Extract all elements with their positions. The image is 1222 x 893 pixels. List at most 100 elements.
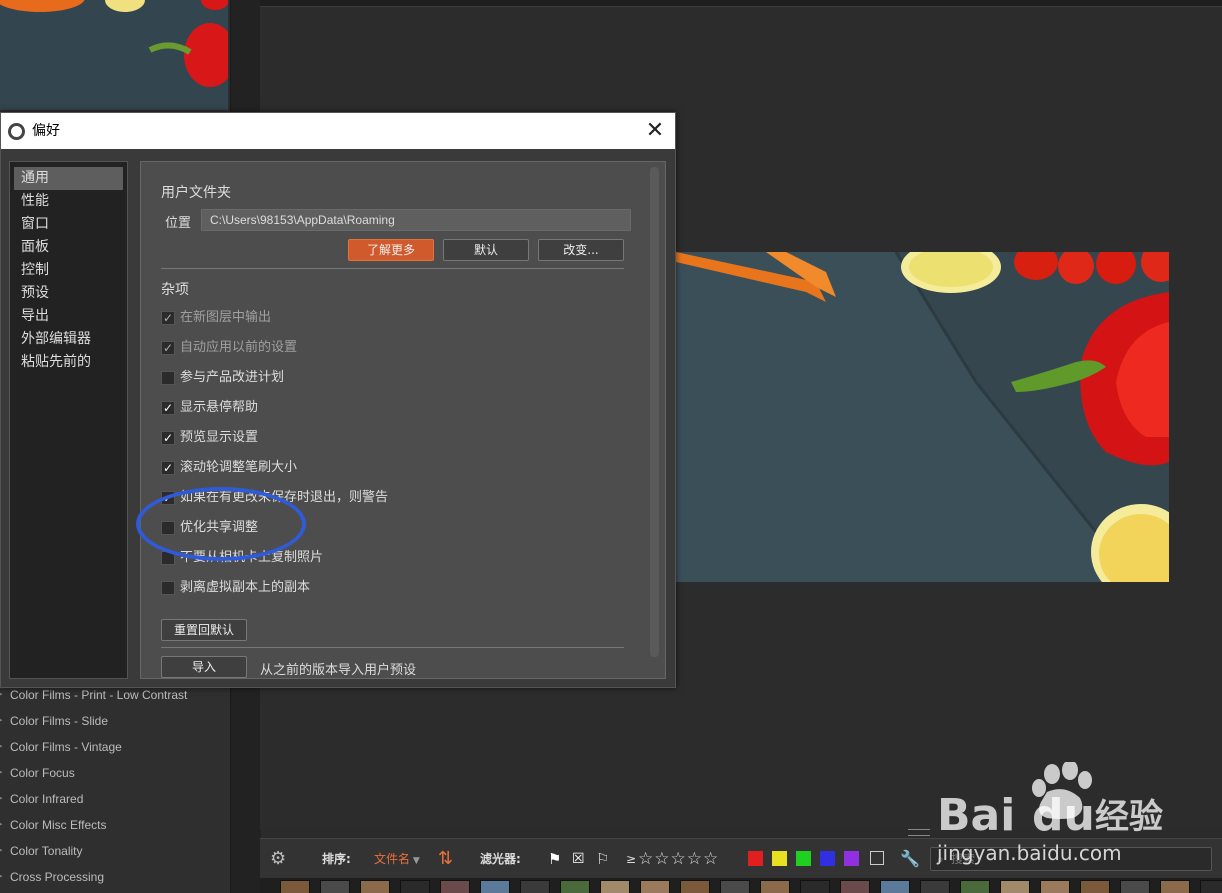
preferences-dialog: 偏好 ✕ 通用 性能 窗口 面板 控制 预设 导出 外部编辑器 粘贴先前的 用户… <box>0 112 676 688</box>
thumbnail-preview[interactable] <box>0 0 228 110</box>
filmstrip-thumbnail[interactable] <box>480 880 510 893</box>
nav-item-general[interactable]: 通用 <box>14 167 123 190</box>
watermark-url: jingyan.baidu.com <box>936 841 1122 865</box>
dialog-titlebar[interactable]: 偏好 ✕ <box>1 113 675 149</box>
no-label-filter[interactable] <box>870 851 884 865</box>
option-label: 剥离虚拟副本上的副本 <box>180 580 311 595</box>
gear-icon[interactable]: ⚙ <box>270 839 286 879</box>
filmstrip-thumbnail[interactable] <box>1200 880 1222 893</box>
nav-item-window[interactable]: 窗口 <box>14 213 123 236</box>
scrollbar[interactable] <box>650 167 659 657</box>
app-icon <box>8 123 25 140</box>
filmstrip-thumbnail[interactable] <box>720 880 750 893</box>
preferences-nav: 通用 性能 窗口 面板 控制 预设 导出 外部编辑器 粘贴先前的 <box>9 161 128 679</box>
location-label: 位置 <box>165 216 192 231</box>
preset-item[interactable]: Color Misc Effects <box>0 812 230 838</box>
filmstrip[interactable] <box>260 878 1222 893</box>
checkbox[interactable] <box>161 371 175 385</box>
color-label-swatch[interactable] <box>796 851 811 866</box>
watermark-brand2: du <box>1032 790 1095 841</box>
filmstrip-thumbnail[interactable] <box>800 880 830 893</box>
nav-item-export[interactable]: 导出 <box>14 305 123 328</box>
color-label-swatch[interactable] <box>820 851 835 866</box>
import-description: 从之前的版本导入用户预设 <box>260 663 417 678</box>
preset-list: Color Films - Print - Low Contrast Color… <box>0 682 230 890</box>
sort-order-icon[interactable]: ⇅ <box>438 839 453 879</box>
learn-more-button[interactable]: 了解更多 <box>348 239 434 261</box>
filmstrip-thumbnail[interactable] <box>640 880 670 893</box>
preset-item[interactable]: Color Focus <box>0 760 230 786</box>
preset-item[interactable]: Color Infrared <box>0 786 230 812</box>
default-button[interactable]: 默认 <box>443 239 529 261</box>
color-label-swatch[interactable] <box>748 851 763 866</box>
filmstrip-thumbnail[interactable] <box>920 880 950 893</box>
filmstrip-thumbnail[interactable] <box>1160 880 1190 893</box>
sort-dropdown[interactable]: 文件名 ▼ <box>374 839 420 879</box>
filmstrip-thumbnail[interactable] <box>400 880 430 893</box>
nav-item-panels[interactable]: 面板 <box>14 236 123 259</box>
flag-icon[interactable]: ⚑ <box>548 839 561 879</box>
filmstrip-thumbnail[interactable] <box>280 880 310 893</box>
reject-flag-icon[interactable]: ☒ <box>572 839 585 879</box>
color-label-swatch[interactable] <box>844 851 859 866</box>
star-rating-filter[interactable]: ☆☆☆☆☆ <box>638 839 719 879</box>
preset-item[interactable]: Cross Processing <box>0 864 230 890</box>
filmstrip-thumbnail[interactable] <box>360 880 390 893</box>
preset-item[interactable]: Color Tonality <box>0 838 230 864</box>
baidu-watermark: Bai du 经验 jingyan.baidu.com <box>935 760 1215 872</box>
filmstrip-thumbnail[interactable] <box>520 880 550 893</box>
nav-item-presets[interactable]: 预设 <box>14 282 123 305</box>
checkbox-checked[interactable]: ✓ <box>161 401 175 415</box>
filmstrip-thumbnail[interactable] <box>680 880 710 893</box>
thumbnail-image <box>0 0 228 110</box>
filmstrip-thumbnail[interactable] <box>1000 880 1030 893</box>
preset-item[interactable]: Color Films - Slide <box>0 708 230 734</box>
filmstrip-thumbnail[interactable] <box>1080 880 1110 893</box>
filmstrip-thumbnail[interactable] <box>760 880 790 893</box>
wrench-icon[interactable]: 🔧 <box>900 839 920 879</box>
nav-item-paste-previous[interactable]: 粘贴先前的 <box>14 351 123 374</box>
checkbox-checked[interactable]: ✓ <box>161 341 175 355</box>
option-label: 自动应用以前的设置 <box>180 340 298 355</box>
location-field[interactable]: C:\Users\98153\AppData\Roaming <box>201 209 631 231</box>
filmstrip-thumbnail[interactable] <box>840 880 870 893</box>
dialog-title: 偏好 <box>32 123 60 139</box>
close-icon[interactable]: ✕ <box>641 117 669 145</box>
filmstrip-thumbnail[interactable] <box>560 880 590 893</box>
separator <box>161 268 624 269</box>
filmstrip-thumbnail[interactable] <box>600 880 630 893</box>
checkbox-checked[interactable]: ✓ <box>161 311 175 325</box>
checkbox-checked[interactable]: ✓ <box>161 461 175 475</box>
resize-grip[interactable] <box>908 829 930 836</box>
filter-label: 滤光器: <box>480 852 521 866</box>
sort-value: 文件名 <box>374 852 411 866</box>
import-button[interactable]: 导入 <box>161 656 247 678</box>
watermark-brand: Bai <box>937 790 1015 841</box>
nav-item-performance[interactable]: 性能 <box>14 190 123 213</box>
filmstrip-thumbnail[interactable] <box>1120 880 1150 893</box>
preferences-content: 用户文件夹 位置 C:\Users\98153\AppData\Roaming … <box>140 161 666 679</box>
filmstrip-thumbnail[interactable] <box>880 880 910 893</box>
filmstrip-thumbnail[interactable] <box>1040 880 1070 893</box>
change-button[interactable]: 改变... <box>538 239 624 261</box>
unflagged-icon[interactable]: ⚐ <box>596 839 609 879</box>
filmstrip-thumbnail[interactable] <box>440 880 470 893</box>
checkbox[interactable] <box>161 581 175 595</box>
misc-title: 杂项 <box>161 282 189 298</box>
reset-defaults-button[interactable]: 重置回默认 <box>161 619 247 641</box>
nav-item-controls[interactable]: 控制 <box>14 259 123 282</box>
filmstrip-thumbnail[interactable] <box>960 880 990 893</box>
photo-image <box>676 252 1169 582</box>
preset-item[interactable]: Color Films - Vintage <box>0 734 230 760</box>
rating-operator[interactable]: ≥ <box>626 839 636 879</box>
filmstrip-thumbnail[interactable] <box>320 880 350 893</box>
option-label: 在新图层中输出 <box>180 310 272 325</box>
color-label-swatch[interactable] <box>772 851 787 866</box>
sort-label: 排序: <box>322 852 351 866</box>
option-label: 滚动轮调整笔刷大小 <box>180 460 298 475</box>
separator <box>161 647 624 648</box>
checkbox-checked[interactable]: ✓ <box>161 431 175 445</box>
option-label: 参与产品改进计划 <box>180 370 285 385</box>
watermark-suffix: 经验 <box>1095 797 1163 837</box>
nav-item-external-editor[interactable]: 外部编辑器 <box>14 328 123 351</box>
